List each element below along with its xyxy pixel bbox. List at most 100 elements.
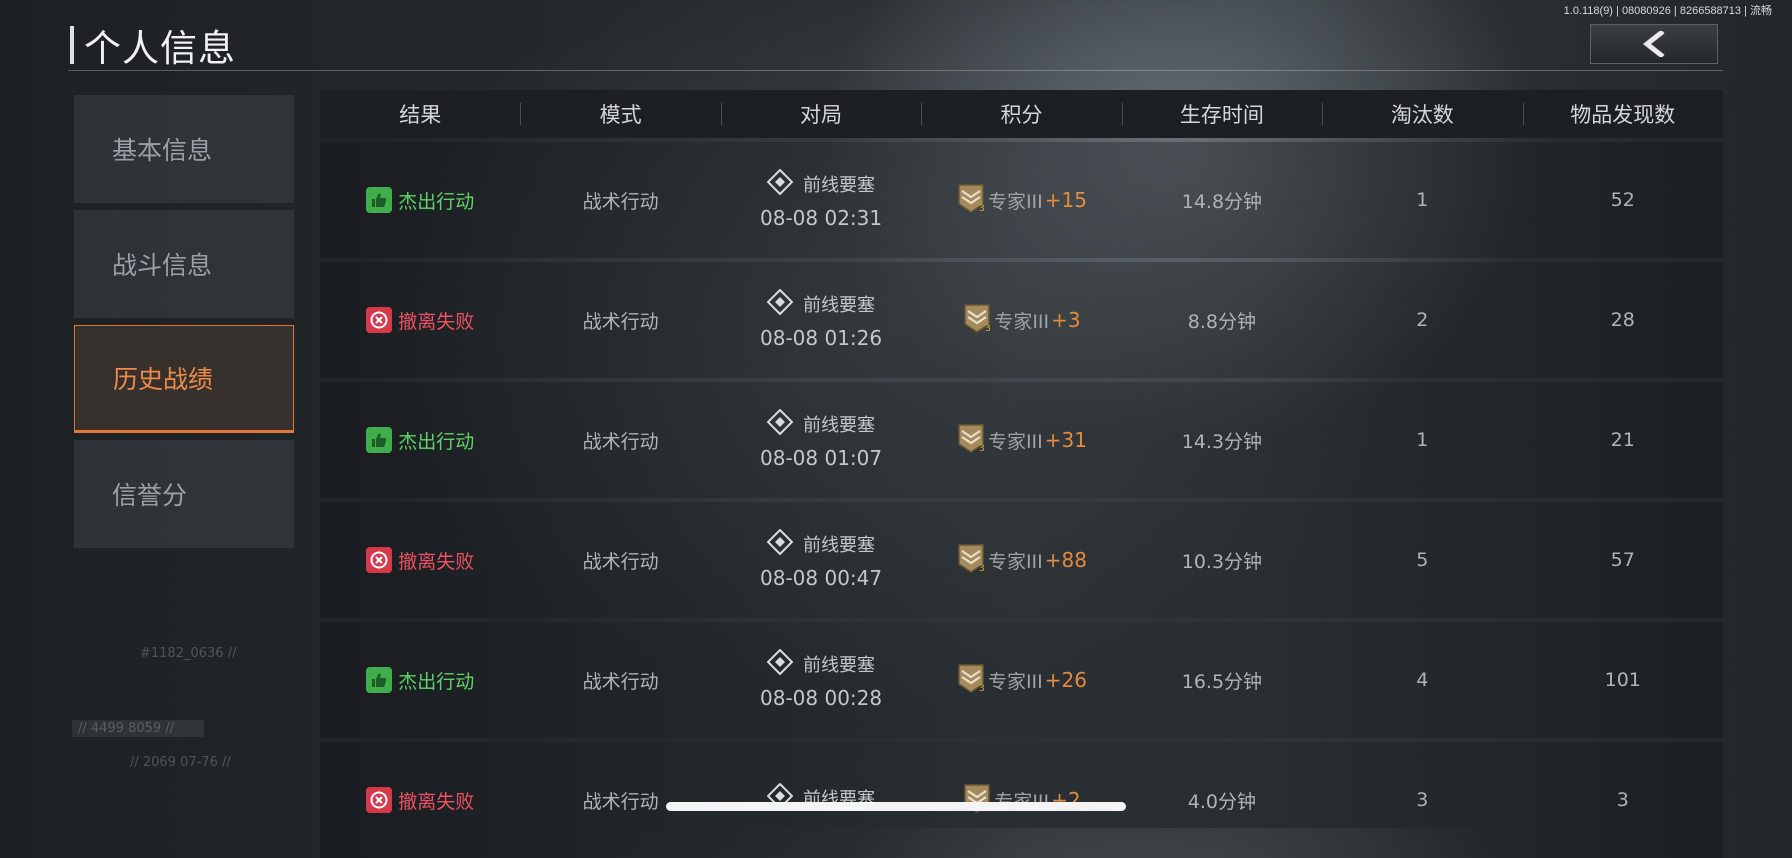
score-cell: 3 专家III +15 — [921, 182, 1121, 219]
table-row[interactable]: 杰出行动 战术行动 前线要塞 08-08 01:07 3 专家III +31 1… — [320, 382, 1723, 498]
items-found-cell: 3 — [1616, 789, 1629, 811]
survival-time-cell: 16.5分钟 — [1181, 670, 1263, 693]
rank-label: 专家III — [987, 430, 1043, 453]
ghost-text: // 4499 8059 // — [72, 720, 205, 737]
thumbs-up-icon — [366, 427, 393, 453]
map-diamond-icon — [766, 168, 794, 204]
match-cell: 前线要塞 — [721, 782, 921, 818]
score-cell: 3 专家III +31 — [921, 422, 1121, 459]
mode-cell: 战术行动 — [582, 670, 659, 693]
match-time: 08-08 00:47 — [760, 565, 883, 590]
rank-label: 专家III — [987, 670, 1043, 693]
column-header: 物品发现数 — [1522, 99, 1723, 129]
map-diamond-icon — [766, 782, 794, 818]
items-found-cell: 52 — [1610, 189, 1635, 211]
thumbs-up-icon — [366, 187, 393, 213]
mode-cell: 战术行动 — [582, 550, 659, 573]
kills-cell: 1 — [1416, 429, 1429, 451]
sidebar-item-label: 基本信息 — [112, 136, 213, 165]
match-cell: 前线要塞 08-08 01:07 — [721, 408, 921, 472]
score-cell: 3 专家III +3 — [921, 302, 1121, 339]
sidebar-item-label: 信誉分 — [112, 481, 188, 510]
rank-badge-icon: 3 — [962, 302, 992, 339]
svg-text:3: 3 — [979, 684, 985, 694]
result-cell: 杰出行动 — [320, 187, 520, 214]
thumbs-up-icon — [366, 667, 393, 693]
ghost-text: // 2069 07-76 // — [130, 755, 231, 770]
rank-label: 专家III — [994, 310, 1050, 333]
title-accent — [70, 26, 74, 64]
column-header: 对局 — [720, 99, 921, 129]
match-cell: 前线要塞 08-08 01:26 — [721, 288, 921, 352]
extract-failed-icon — [366, 787, 393, 813]
kills-cell: 2 — [1416, 309, 1429, 331]
table-row[interactable]: 撤离失败 战术行动 前线要塞 08-08 01:26 3 专家III +3 8.… — [320, 262, 1723, 378]
match-history-table: 结果 模式 对局 积分 生存时间 淘汰数 物品发现数 杰出行动 战术行动 前线要… — [320, 90, 1723, 858]
table-row[interactable]: 撤离失败 战术行动 前线要塞 3 专家III +2 4.0分钟 3 3 — [320, 742, 1723, 858]
survival-time-cell: 8.8分钟 — [1187, 310, 1256, 333]
sidebar-item-match-history[interactable]: 历史战绩 — [74, 325, 294, 433]
result-cell: 杰出行动 — [320, 667, 520, 694]
map-diamond-icon — [766, 648, 794, 684]
sidebar-item-basic-info[interactable]: 基本信息 — [74, 95, 294, 203]
score-delta: +31 — [1044, 428, 1087, 452]
items-found-cell: 21 — [1610, 429, 1635, 451]
svg-text:3: 3 — [979, 204, 985, 214]
score-delta: +3 — [1051, 308, 1081, 332]
extract-failed-icon — [366, 547, 393, 573]
column-header: 模式 — [520, 99, 720, 129]
survival-time-cell: 14.8分钟 — [1181, 190, 1263, 213]
score-delta: +88 — [1044, 548, 1087, 572]
kills-cell: 1 — [1416, 189, 1429, 211]
sidebar-item-label: 战斗信息 — [112, 251, 213, 280]
chevron-left-icon — [1639, 31, 1669, 57]
header-divider — [68, 70, 1723, 71]
extract-failed-icon — [366, 307, 393, 333]
result-text: 杰出行动 — [398, 670, 475, 693]
rank-badge-icon: 3 — [956, 182, 986, 219]
match-time: 08-08 01:26 — [760, 325, 883, 350]
match-cell: 前线要塞 08-08 02:31 — [721, 168, 921, 232]
items-found-cell: 57 — [1610, 549, 1635, 571]
kills-cell: 3 — [1416, 789, 1429, 811]
result-cell: 撤离失败 — [320, 547, 520, 574]
survival-time-cell: 4.0分钟 — [1187, 790, 1256, 813]
page-header: 个人信息 — [70, 18, 236, 72]
rank-label: 专家III — [987, 550, 1043, 573]
table-row[interactable]: 杰出行动 战术行动 前线要塞 08-08 02:31 3 专家III +15 1… — [320, 142, 1723, 258]
kills-cell: 5 — [1416, 549, 1429, 571]
column-header: 生存时间 — [1121, 99, 1322, 129]
map-name: 前线要塞 — [803, 175, 876, 196]
score-delta: +15 — [1044, 188, 1087, 212]
match-cell: 前线要塞 08-08 00:28 — [721, 648, 921, 712]
result-text: 撤离失败 — [398, 310, 475, 333]
map-diamond-icon — [766, 408, 794, 444]
table-row[interactable]: 杰出行动 战术行动 前线要塞 08-08 00:28 3 专家III +26 1… — [320, 622, 1723, 738]
back-button[interactable] — [1590, 24, 1718, 64]
svg-text:3: 3 — [979, 444, 985, 454]
table-row[interactable]: 撤离失败 战术行动 前线要塞 08-08 00:47 3 专家III +88 1… — [320, 502, 1723, 618]
result-cell: 杰出行动 — [320, 427, 520, 454]
match-cell: 前线要塞 08-08 00:47 — [721, 528, 921, 592]
result-cell: 撤离失败 — [320, 307, 520, 334]
table-header: 结果 模式 对局 积分 生存时间 淘汰数 物品发现数 — [320, 90, 1723, 138]
column-header: 淘汰数 — [1322, 99, 1522, 129]
rank-badge-icon: 3 — [956, 662, 986, 699]
rank-badge-icon: 3 — [956, 422, 986, 459]
map-name: 前线要塞 — [803, 415, 876, 436]
result-text: 杰出行动 — [398, 430, 475, 453]
home-indicator[interactable] — [666, 802, 1126, 811]
svg-text:3: 3 — [979, 564, 985, 574]
score-cell: 3 专家III +2 — [921, 782, 1121, 819]
mode-cell: 战术行动 — [582, 430, 659, 453]
sidebar-item-combat-info[interactable]: 战斗信息 — [74, 210, 294, 318]
match-time: 08-08 00:28 — [760, 685, 883, 710]
page-title: 个人信息 — [84, 27, 236, 70]
sidebar-item-credit-score[interactable]: 信誉分 — [74, 440, 294, 548]
result-text: 撤离失败 — [398, 790, 475, 813]
match-time: 08-08 02:31 — [760, 205, 883, 230]
match-time: 08-08 01:07 — [760, 445, 883, 470]
sidebar-item-label: 历史战绩 — [113, 365, 214, 394]
ghost-text: #1182_0636 // — [140, 646, 237, 661]
survival-time-cell: 14.3分钟 — [1181, 430, 1263, 453]
